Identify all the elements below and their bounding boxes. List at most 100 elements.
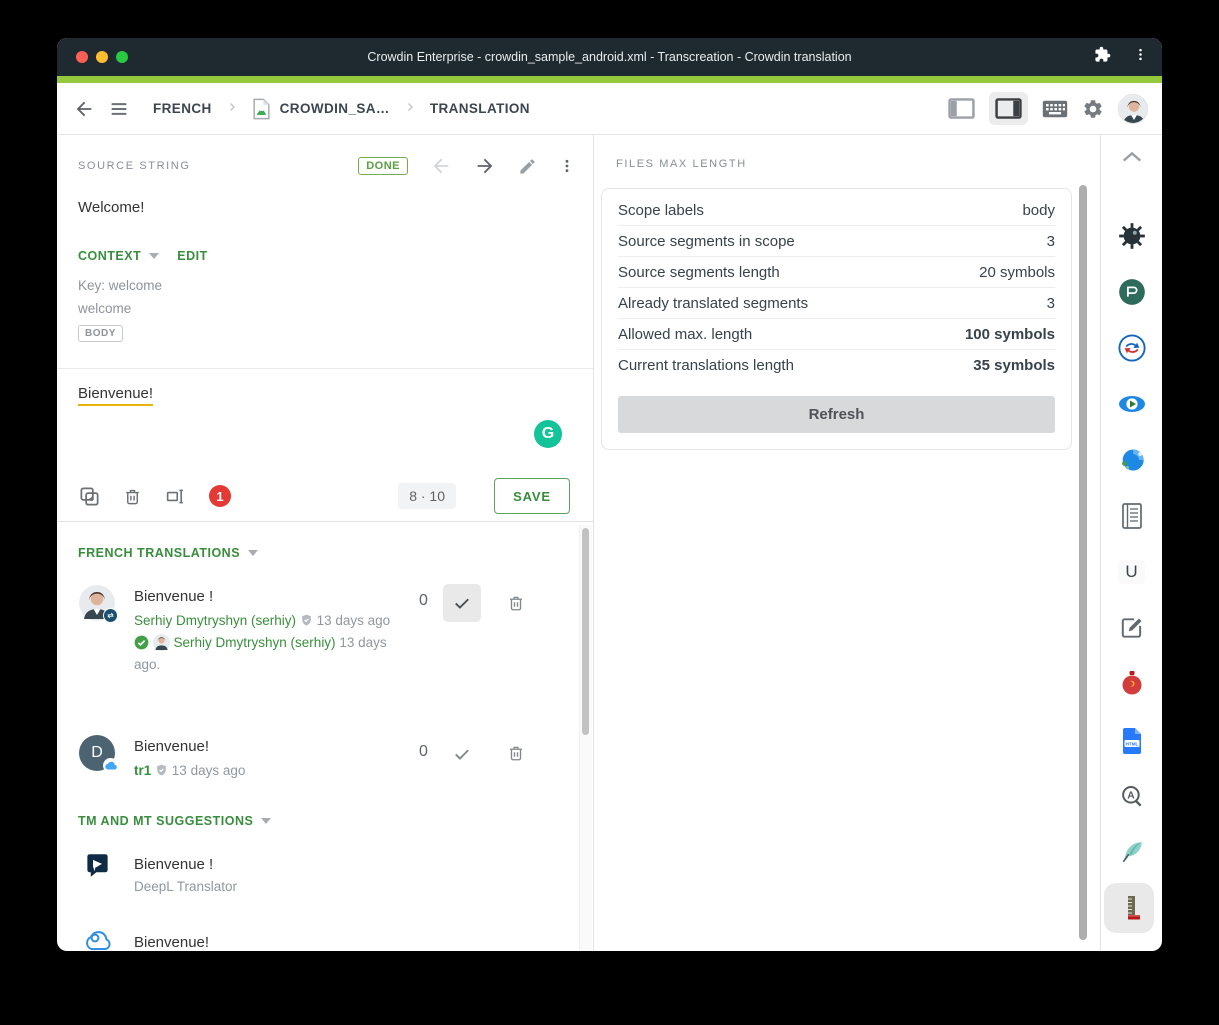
refresh-button[interactable]: Refresh xyxy=(618,396,1055,433)
next-string-icon[interactable] xyxy=(474,155,496,177)
files-max-length-header: FILES MAX LENGTH xyxy=(616,158,747,170)
breadcrumb-section[interactable]: TRANSLATION xyxy=(430,101,530,116)
french-translations-header[interactable]: FRENCH TRANSLATIONS xyxy=(78,546,240,560)
row-label: Source segments in scope xyxy=(618,233,795,250)
clear-selection-icon[interactable] xyxy=(164,486,187,507)
chevron-down-icon xyxy=(261,818,271,824)
tm-mt-suggestions-header[interactable]: TM AND MT SUGGESTIONS xyxy=(78,814,253,828)
notebook-app-icon[interactable] xyxy=(1118,502,1146,530)
desktop-background: Crowdin Enterprise - crowdin_sample_andr… xyxy=(0,0,1219,1025)
ruler-app-icon[interactable] xyxy=(1118,894,1146,922)
issues-count-badge[interactable]: 1 xyxy=(209,485,231,507)
window-title: Crowdin Enterprise - crowdin_sample_andr… xyxy=(367,50,851,64)
search-letter-app-icon[interactable]: A xyxy=(1118,783,1146,811)
translation-text: Bienvenue! xyxy=(134,738,416,755)
minimize-window-button[interactable] xyxy=(96,51,108,63)
approved-check-circle-icon xyxy=(134,635,149,650)
approver-link[interactable]: Serhiy Dmytryshyn (serhiy) xyxy=(174,635,336,650)
close-window-button[interactable] xyxy=(76,51,88,63)
html-file-app-icon[interactable]: HTML xyxy=(1118,727,1146,755)
row-label: Already translated segments xyxy=(618,295,808,312)
scrollbar-thumb[interactable] xyxy=(1079,185,1087,940)
translator-badge-icon xyxy=(103,608,118,623)
more-options-kebab-icon[interactable] xyxy=(559,158,575,174)
swap-arrows-app-icon[interactable] xyxy=(1118,334,1146,362)
approve-check-button[interactable] xyxy=(443,735,481,773)
green-chat-p-app-icon[interactable] xyxy=(1118,278,1146,306)
rating-count: 0 xyxy=(419,592,428,610)
string-editor: SOURCE STRING DONE xyxy=(57,135,593,522)
breadcrumb-chevron-icon xyxy=(226,100,238,118)
approve-check-button[interactable] xyxy=(443,584,481,622)
blue-globe-app-icon[interactable] xyxy=(1118,446,1146,474)
user-avatar[interactable] xyxy=(1118,94,1148,124)
save-button[interactable]: SAVE xyxy=(494,478,570,514)
suggestion-text: Bienvenue! xyxy=(134,934,209,951)
editor-topbar: FRENCH CROWDIN_SA… TRANSLATION xyxy=(57,83,1162,135)
shield-check-icon xyxy=(155,763,168,777)
translation-input[interactable]: Bienvenue! xyxy=(78,385,153,402)
context-value: welcome xyxy=(78,301,131,316)
delete-translation-icon[interactable] xyxy=(507,743,525,768)
extensions-puzzle-icon[interactable] xyxy=(1094,46,1111,68)
window-titlebar: Crowdin Enterprise - crowdin_sample_andr… xyxy=(57,38,1162,76)
settings-gear-icon[interactable] xyxy=(1082,98,1104,120)
grammarly-icon[interactable]: G xyxy=(534,420,562,448)
scrollbar-thumb[interactable] xyxy=(582,528,589,735)
edit-pencil-icon[interactable] xyxy=(518,157,537,176)
author-link[interactable]: tr1 xyxy=(134,763,151,778)
window-controls xyxy=(76,51,128,63)
cloud-badge-icon xyxy=(103,758,118,773)
delete-translation-icon[interactable] xyxy=(507,593,525,618)
eye-preview-app-icon[interactable] xyxy=(1118,390,1146,418)
breadcrumb-file[interactable]: CROWDIN_SA… xyxy=(280,101,390,116)
row-value: 3 xyxy=(1047,233,1055,250)
previous-string-icon[interactable] xyxy=(430,155,452,177)
layout-left-panel-icon[interactable] xyxy=(948,98,975,119)
context-toggle[interactable]: CONTEXT xyxy=(78,249,141,263)
delete-translation-trash-icon[interactable] xyxy=(123,486,142,507)
suggestion-text: Bienvenue ! xyxy=(134,856,237,873)
cloud-translate-icon xyxy=(84,930,112,951)
row-value: 20 symbols xyxy=(979,264,1055,281)
translation-editor-panel: SOURCE STRING DONE xyxy=(57,135,593,951)
maximize-window-button[interactable] xyxy=(116,51,128,63)
compose-edit-app-icon[interactable] xyxy=(1118,614,1146,642)
avatar xyxy=(79,585,115,621)
dark-gear-app-icon[interactable] xyxy=(1118,222,1146,250)
length-counter: 8 · 10 xyxy=(398,483,456,509)
feather-app-icon[interactable] xyxy=(1118,838,1146,866)
letter-u-app-icon[interactable]: U xyxy=(1118,558,1146,586)
breadcrumb-language[interactable]: FRENCH xyxy=(153,101,212,116)
table-row: Scope labels body xyxy=(618,195,1055,226)
back-button[interactable] xyxy=(73,98,95,120)
translation-time: 13 days ago xyxy=(172,763,246,778)
source-string-text: Welcome! xyxy=(78,199,144,216)
row-label: Current translations length xyxy=(618,357,794,374)
status-badge: DONE xyxy=(358,157,408,175)
deepl-icon xyxy=(84,852,111,884)
row-value: 3 xyxy=(1047,295,1055,312)
browser-menu-kebab-icon[interactable] xyxy=(1133,47,1148,67)
breadcrumb-chevron-icon xyxy=(404,100,416,118)
svg-text:A: A xyxy=(1127,791,1135,802)
table-row: Current translations length 35 symbols xyxy=(618,350,1055,380)
context-label-chip: BODY xyxy=(78,325,123,342)
shield-check-icon xyxy=(300,613,313,627)
row-label: Scope labels xyxy=(618,202,704,219)
keyboard-shortcuts-icon[interactable] xyxy=(1042,100,1068,118)
menu-hamburger-icon[interactable] xyxy=(109,99,129,119)
suggestion-provider: DeepL Translator xyxy=(134,879,237,894)
context-edit-button[interactable]: EDIT xyxy=(177,249,207,263)
row-value: 35 symbols xyxy=(973,357,1055,374)
table-row: Already translated segments 3 xyxy=(618,288,1055,319)
copy-source-icon[interactable] xyxy=(78,485,101,508)
row-label: Allowed max. length xyxy=(618,326,752,343)
row-label: Source segments length xyxy=(618,264,780,281)
author-link[interactable]: Serhiy Dmytryshyn (serhiy) xyxy=(134,613,296,628)
red-bauble-app-icon[interactable] xyxy=(1118,670,1146,698)
translation-text: Bienvenue ! xyxy=(134,588,416,605)
collapse-chevron-up-icon[interactable] xyxy=(1118,143,1146,171)
row-value: 100 symbols xyxy=(965,326,1055,343)
layout-right-panel-icon[interactable] xyxy=(989,92,1028,125)
